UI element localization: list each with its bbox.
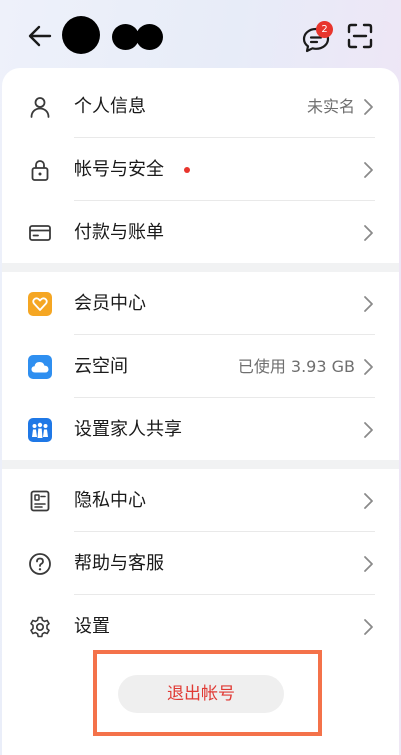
menu-row-help-service[interactable]: 帮助与客服 xyxy=(2,533,399,595)
menu-label: 云空间 xyxy=(74,356,128,377)
menu-label: 个人信息 xyxy=(74,96,146,117)
chevron-right-icon xyxy=(364,162,373,178)
menu-value: 未实名 xyxy=(306,97,355,116)
message-count-badge: 2 xyxy=(316,21,333,38)
menu-label: 设置家人共享 xyxy=(74,419,182,440)
menu-row-cloud-space[interactable]: 云空间 已使用 3.93 GB xyxy=(2,336,399,398)
messages-button[interactable]: 2 xyxy=(302,21,334,53)
menu-row-family-share[interactable]: 设置家人共享 xyxy=(2,399,399,461)
cloud-icon xyxy=(28,355,52,379)
chevron-right-icon xyxy=(364,422,373,438)
top-header: 2 xyxy=(0,0,401,66)
settings-gear-icon xyxy=(30,616,50,638)
menu-label: 设置 xyxy=(74,616,110,637)
group-separator xyxy=(2,460,399,469)
menu-label: 会员中心 xyxy=(74,293,146,314)
member-heart-icon xyxy=(28,292,52,316)
menu-row-account-security[interactable]: 帐号与安全 xyxy=(2,139,399,201)
avatar[interactable] xyxy=(62,16,100,54)
chevron-right-icon xyxy=(364,619,373,635)
chevron-right-icon xyxy=(364,556,373,572)
menu-label: 帐号与安全 xyxy=(74,159,164,180)
menu-label: 帮助与客服 xyxy=(74,553,164,574)
card-icon xyxy=(29,225,51,241)
lock-icon xyxy=(31,160,49,181)
menu-row-settings[interactable]: 设置 xyxy=(2,596,399,658)
menu-row-payment-billing[interactable]: 付款与账单 xyxy=(2,202,399,264)
chevron-right-icon xyxy=(364,493,373,509)
back-button[interactable] xyxy=(26,22,54,50)
chevron-right-icon xyxy=(364,296,373,312)
menu-label: 付款与账单 xyxy=(74,222,164,243)
menu-label: 隐私中心 xyxy=(74,490,146,511)
back-arrow-icon xyxy=(28,25,52,47)
chevron-right-icon xyxy=(364,359,373,375)
person-icon xyxy=(30,97,50,118)
group-separator xyxy=(2,263,399,272)
chevron-right-icon xyxy=(364,225,373,241)
menu-row-personal-info[interactable]: 个人信息 未实名 xyxy=(2,76,399,138)
help-icon xyxy=(29,553,51,575)
menu-row-privacy-center[interactable]: 隐私中心 xyxy=(2,470,399,532)
chevron-right-icon xyxy=(364,99,373,115)
menu-value: 已使用 3.93 GB xyxy=(237,357,355,376)
scan-button[interactable] xyxy=(346,22,374,50)
menu-row-member-center[interactable]: 会员中心 xyxy=(2,273,399,335)
account-name xyxy=(112,24,166,50)
scan-icon xyxy=(347,23,373,49)
family-share-icon xyxy=(28,418,52,442)
privacy-id-icon xyxy=(30,490,50,512)
logout-highlight-frame xyxy=(93,650,322,736)
security-alert-dot xyxy=(184,167,190,173)
